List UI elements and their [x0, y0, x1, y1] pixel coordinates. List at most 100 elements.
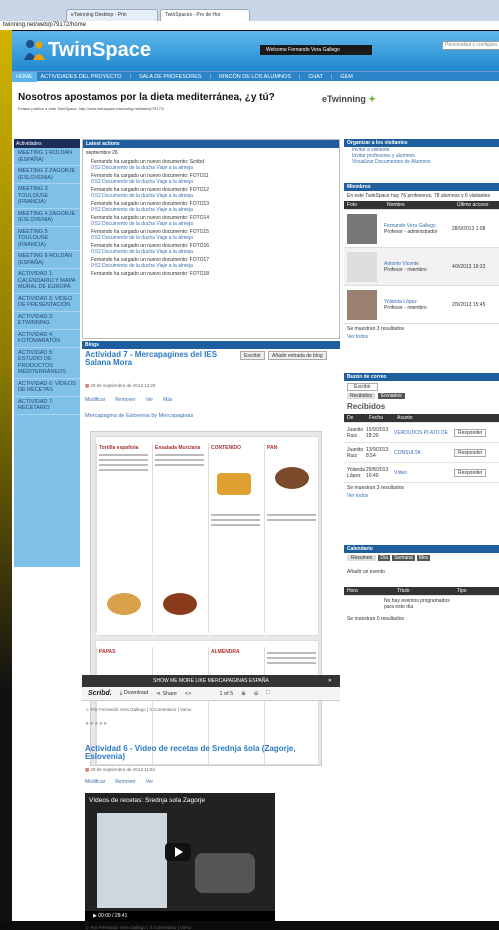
post-title[interactable]: Actividad 7 - Mercapagines del IES Salan…: [85, 351, 235, 367]
reply-button[interactable]: Responder: [454, 428, 487, 437]
edit-link[interactable]: Modificar: [85, 779, 105, 785]
paella-image: [217, 473, 251, 495]
scribd-document-viewer[interactable]: Tortilla española Ensalada Murciana CONT…: [90, 431, 322, 767]
add-blog-entry-button[interactable]: Añadir entrada de blog: [268, 351, 327, 360]
sidebar-item[interactable]: ACTIVIDAD 3: ETWINNING: [14, 312, 80, 330]
nav-sala-profesores[interactable]: SALA DE PROFESORES: [135, 74, 206, 80]
message-row[interactable]: Juanito Ruiz 13/9/2013 8:54 CONSULTA Respon…: [344, 443, 499, 463]
sidebar-item[interactable]: MEETING 4 ZAGORJE (ESLOVENIA): [14, 209, 80, 227]
activity-detail-link[interactable]: 0:52 Documento de la ducha Viaje a la al…: [91, 165, 331, 171]
edit-link[interactable]: Modificar: [85, 397, 105, 403]
play-icon[interactable]: ▶: [93, 913, 97, 919]
activity-detail-link[interactable]: 0:52 Documento de la ducha Viaje a la al…: [91, 179, 331, 185]
search-input[interactable]: Personaliza y configura: [442, 41, 499, 50]
activities-sidebar: Actividades MEETING 1 ROLDÁN (ESPAÑA) MEE…: [14, 139, 80, 567]
sidebar-item[interactable]: MEETING 5 TOULOUSE (FRANCIA): [14, 227, 80, 251]
view-link[interactable]: Ver: [146, 779, 154, 785]
user-icon: ☺: [85, 707, 90, 712]
member-row[interactable]: Yolanda López Profesor - miembro 2/9/2013 …: [344, 286, 499, 324]
browser-tab-twinspace[interactable]: TwinSpaces - Pro de Hor: [160, 9, 250, 21]
sidebar-item[interactable]: MEETING 6 ROLDÁN (ESPAÑA): [14, 251, 80, 269]
nav-chat[interactable]: CHAT: [304, 74, 327, 80]
message-subject[interactable]: CONSULTA: [394, 450, 454, 456]
compose-button[interactable]: Escribir: [347, 383, 378, 391]
write-button[interactable]: Escribir: [240, 351, 265, 360]
partner-label: eTwinning: [322, 94, 366, 104]
embed-icon[interactable]: <>: [185, 691, 191, 697]
sidebar-item[interactable]: ACTIVIDAD 4: FOTOMARATÓN: [14, 330, 80, 348]
embed-caption[interactable]: Mercapagina de Eslovenia by Mercapaginas: [85, 413, 193, 419]
scribd-logo[interactable]: Scribd.: [88, 690, 112, 697]
nav-home[interactable]: HOME: [12, 71, 37, 82]
latest-actions-heading: Latest actions: [83, 140, 339, 148]
student-docs-link[interactable]: Visualizar Documentos de Alumnos: [344, 159, 499, 165]
browser-tab-etwinning[interactable]: eTwinning Desktop - Prin: [66, 9, 158, 21]
page-counter[interactable]: 1 of 5: [219, 691, 233, 697]
more-link[interactable]: Más: [163, 397, 172, 403]
sidebar-item[interactable]: ACTIVIDAD 7: RECETARIO: [14, 397, 80, 415]
activity-detail-link[interactable]: 0:52 Documento de la ducha Viaje a la al…: [91, 235, 331, 241]
video-player[interactable]: Vídeos de recetas: Srednja sola Zagorje …: [85, 793, 275, 921]
video-controls[interactable]: ▶ 00:00 / 28:41: [85, 911, 275, 921]
members-view-all[interactable]: Ver todos: [344, 334, 499, 340]
sidebar-item[interactable]: MEETING 1 ROLDÁN (ESPAÑA): [14, 148, 80, 166]
rating-stars[interactable]: ★★★★★: [85, 721, 107, 727]
calendar-table-header: Hora Título Tipo: [344, 587, 499, 596]
member-row[interactable]: Antonio Vicente Profesor - miembro 4/9/201…: [344, 248, 499, 286]
sidebar-item[interactable]: ACTIVIDAD 6: VÍDEOS DE RECETAS: [14, 379, 80, 397]
sidebar-item[interactable]: MEETING 3 TOULOUSE (FRANCIA): [14, 184, 80, 209]
add-event-button[interactable]: Añadir un evento: [344, 563, 499, 581]
activity-detail-link[interactable]: 0:52 Documento de la ducha Viaje a la al…: [91, 221, 331, 227]
activity-detail-link[interactable]: 0:52 Documento de la ducha Viaje a la al…: [91, 263, 331, 269]
tab-semana[interactable]: Semana: [392, 555, 415, 561]
activity-detail-link[interactable]: 0:52 Documento de la ducha Viaje a la al…: [91, 193, 331, 199]
scribd-more-bar[interactable]: SHOW ME MORE LIKE MERCAPAGINAS ESPAÑA ✕: [82, 675, 340, 687]
activity-detail-link[interactable]: 0:52 Documento de la ducha Viaje a la al…: [91, 207, 331, 213]
tab-sent[interactable]: Enviados: [377, 393, 405, 399]
reply-button[interactable]: Responder: [454, 448, 487, 457]
play-button[interactable]: [165, 843, 191, 861]
visitors-panel: Organizar a los visitantes Invitar a vis…: [344, 139, 499, 165]
tab-dia[interactable]: Día: [378, 555, 391, 561]
view-link[interactable]: Ver: [146, 397, 154, 403]
post-footer: ☺ Por Fernando Vera Gallego | 3 Comentar…: [85, 707, 191, 712]
activity-detail-link[interactable]: 0:52 Documento de la ducha Viaje a la al…: [91, 249, 331, 255]
tab-mes[interactable]: Mes: [416, 555, 431, 561]
address-bar[interactable]: twinning.net/web/p79172/home: [0, 21, 499, 30]
reply-button[interactable]: Responder: [454, 468, 487, 477]
avatar: [347, 289, 377, 320]
download-button[interactable]: ⤓ Download: [120, 690, 148, 697]
post-footer-text[interactable]: Por Fernando Vera Gallego | 3 Comentario…: [91, 707, 192, 712]
nav-actividades[interactable]: ACTIVIDADES DEL PROYECTO: [37, 74, 126, 80]
close-icon[interactable]: ✕: [328, 675, 332, 687]
share-button[interactable]: ⋖ Share: [156, 691, 177, 697]
member-row[interactable]: Fernando Vera Gallego Profesor - administ…: [344, 210, 499, 248]
public-link[interactable]: Enlace público a este TwinSpace: http://…: [18, 106, 164, 111]
sidebar-item[interactable]: ACTIVIDAD 2: VÍDEO DE PRESENTACIÓN: [14, 294, 80, 312]
message-subject[interactable]: Vídeo: [394, 470, 454, 476]
nav-gem[interactable]: GEM: [336, 74, 357, 80]
zoom-in-icon[interactable]: ⊕: [241, 691, 246, 697]
remove-link[interactable]: Remover: [115, 397, 135, 403]
etwinning-logo[interactable]: eTwinning ✦: [322, 94, 376, 105]
col-asunto: Asunto: [397, 415, 413, 421]
sidebar-item[interactable]: ACTIVIDAD 5: ESTUDIO DE PRODUCTOS MEDITE…: [14, 348, 80, 379]
tab-received[interactable]: Recibidos: [347, 393, 375, 399]
tab-resumen[interactable]: Resumen: [347, 555, 377, 561]
zoom-out-icon[interactable]: ⊖: [254, 691, 259, 697]
messages-view-all[interactable]: Ver todos: [344, 493, 499, 499]
nav-rincon-alumnos[interactable]: RINCÓN DE LOS ALUMNOS: [215, 74, 295, 80]
activity-item: Fernando ha cargado un nuevo documento: …: [83, 228, 339, 242]
twinspace-logo[interactable]: TwinSpace: [22, 37, 151, 63]
post-footer-text[interactable]: Por Fernando Vera Gallego | 3 Comentario…: [91, 925, 192, 930]
post-title-2[interactable]: Actividad 6 - Video de recetas de Srednj…: [85, 745, 335, 761]
member-role: Profesor - miembro: [384, 266, 427, 273]
fullscreen-icon[interactable]: ⛶: [266, 690, 270, 697]
remove-link[interactable]: Remover: [115, 779, 135, 785]
message-row[interactable]: Yolanda López 29/8/2013 10:40 Vídeo Respond…: [344, 463, 499, 483]
welcome-bar[interactable]: Welcome Fernando Vera Gallego: [260, 45, 372, 55]
message-subject[interactable]: VERDUDOS PLATO DE: [394, 430, 454, 436]
message-row[interactable]: Juanito Ruiz 15/9/2013 18:20 VERDUDOS PLAT…: [344, 423, 499, 443]
sidebar-item[interactable]: MEETING 2 ZAGORJE (ESLOVENIA): [14, 166, 80, 184]
sidebar-item[interactable]: ACTIVIDAD 1: CALENDARIO Y MAPA MURAL DE …: [14, 269, 80, 294]
